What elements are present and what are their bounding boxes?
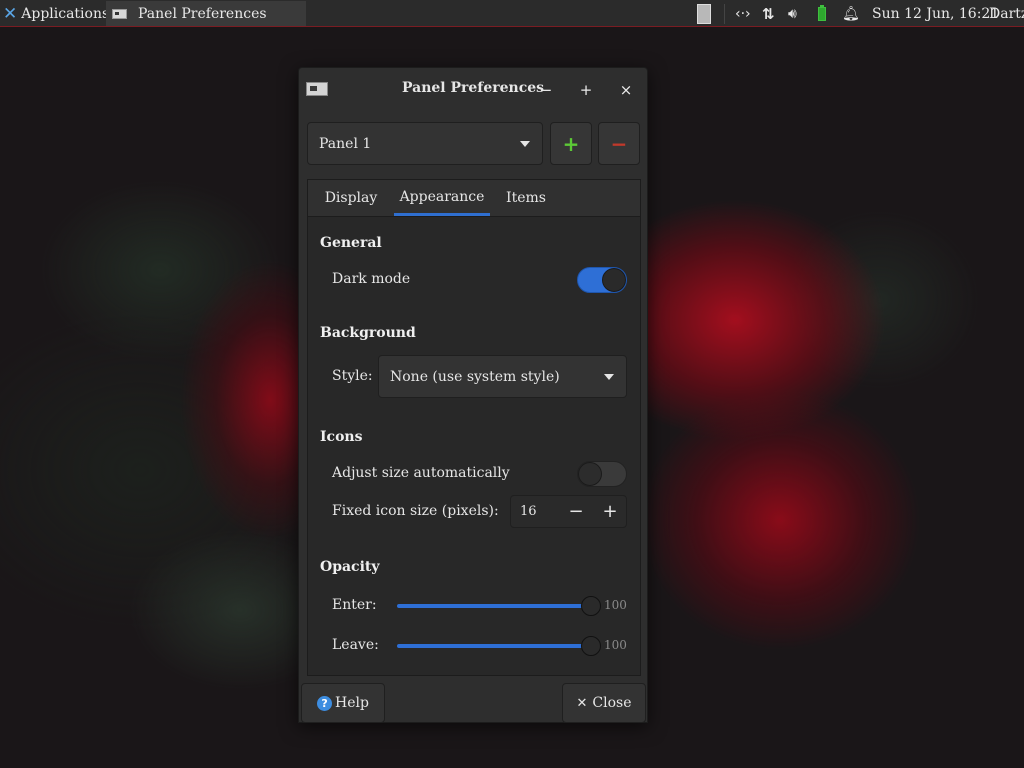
help-icon: ?	[317, 695, 333, 711]
panel-selector-dropdown[interactable]: Panel 1	[307, 122, 543, 165]
panel-separator	[724, 4, 725, 24]
clock[interactable]: Sun 12 Jun, 16:21	[872, 0, 999, 27]
decrement-button[interactable]: −	[559, 496, 593, 527]
help-button-label: Help	[335, 695, 369, 711]
dialog-titlebar[interactable]: Panel Preferences − + ×	[299, 68, 647, 112]
fixed-icon-size-label: Fixed icon size (pixels):	[332, 503, 499, 519]
volume-icon[interactable]: 🔊︎	[788, 0, 797, 27]
preferences-notebook: Display Appearance Items General Dark mo…	[307, 179, 641, 676]
network-arrows-icon[interactable]: ‹·›	[735, 0, 751, 27]
tab-bar: Display Appearance Items	[308, 180, 640, 217]
adjust-size-label: Adjust size automatically	[332, 465, 510, 481]
slider-fill	[397, 604, 591, 608]
icon-size-value[interactable]: 16	[520, 504, 537, 519]
help-button[interactable]: ? Help	[301, 683, 385, 723]
user-menu[interactable]: Dartz	[989, 0, 1024, 27]
general-heading: General	[320, 235, 382, 251]
maximize-button[interactable]: +	[575, 79, 597, 101]
notification-bell-icon[interactable]: 🔔︎	[842, 0, 860, 27]
close-window-button[interactable]: ×	[615, 79, 637, 101]
panel-selector-value: Panel 1	[319, 135, 372, 152]
taskbar-item-panel-preferences[interactable]: Panel Preferences	[106, 1, 306, 26]
leave-opacity-slider[interactable]	[397, 636, 601, 656]
increment-button[interactable]: +	[593, 496, 627, 527]
applications-menu-label: Applications	[21, 5, 110, 22]
enter-label: Enter:	[332, 597, 377, 613]
taskbar-item-label: Panel Preferences	[138, 5, 267, 22]
panel-preferences-dialog: Panel Preferences − + × Panel 1 + − Disp…	[298, 67, 648, 723]
battery-icon[interactable]	[818, 0, 826, 27]
dark-mode-toggle[interactable]	[577, 267, 627, 293]
applications-menu-icon: ✕	[3, 3, 18, 24]
enter-opacity-slider[interactable]	[397, 596, 601, 616]
enter-opacity-value: 100	[604, 598, 627, 612]
icon-size-spinbutton[interactable]: 16 − +	[510, 495, 627, 528]
add-panel-button[interactable]: +	[550, 122, 592, 165]
icons-heading: Icons	[320, 429, 363, 445]
slider-fill	[397, 644, 591, 648]
chevron-down-icon	[520, 141, 530, 147]
background-heading: Background	[320, 325, 416, 341]
minimize-button[interactable]: −	[535, 79, 557, 101]
close-button[interactable]: ✕ Close	[562, 683, 646, 723]
window-icon	[112, 8, 127, 19]
network-updown-icon[interactable]: ⇅	[762, 0, 775, 27]
toggle-knob	[578, 462, 602, 486]
background-style-dropdown[interactable]: None (use system style)	[378, 355, 627, 398]
chevron-down-icon	[604, 374, 614, 380]
background-style-value: None (use system style)	[390, 368, 560, 385]
tab-items[interactable]: Items	[501, 180, 551, 216]
opacity-heading: Opacity	[320, 559, 380, 575]
slider-handle[interactable]	[581, 636, 601, 656]
close-button-label: Close	[592, 695, 632, 711]
toggle-knob	[602, 268, 626, 292]
top-panel: ✕ Applications Panel Preferences ‹·› ⇅ 🔊…	[0, 0, 1024, 27]
panel-selector-row: Panel 1 + −	[307, 122, 641, 166]
workspace-switcher-icon[interactable]	[697, 4, 711, 24]
remove-panel-button[interactable]: −	[598, 122, 640, 165]
tab-appearance[interactable]: Appearance	[394, 180, 490, 216]
adjust-size-toggle[interactable]	[577, 461, 627, 487]
dark-mode-label: Dark mode	[332, 271, 411, 287]
leave-label: Leave:	[332, 637, 379, 653]
style-label: Style:	[332, 368, 373, 384]
close-icon: ✕	[576, 695, 588, 711]
applications-menu-button[interactable]: ✕ Applications	[0, 0, 109, 27]
tab-display[interactable]: Display	[316, 180, 386, 216]
leave-opacity-value: 100	[604, 638, 627, 652]
slider-handle[interactable]	[581, 596, 601, 616]
